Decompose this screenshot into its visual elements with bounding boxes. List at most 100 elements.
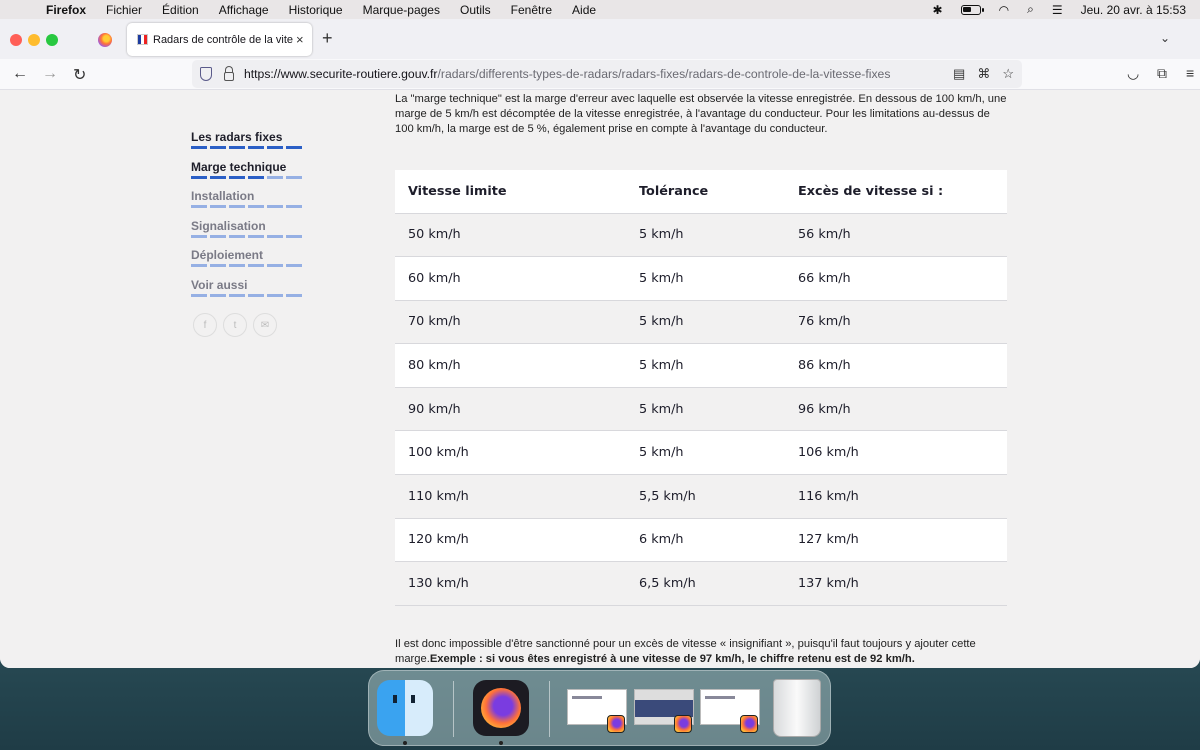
firefox-icon[interactable] [473, 680, 529, 736]
menu-affichage[interactable]: Affichage [219, 3, 269, 17]
table-cell: 60 km/h [408, 270, 461, 286]
sidebar-item-label: Signalisation [191, 218, 266, 233]
list-all-tabs-chevron-icon[interactable]: ⌄ [1160, 31, 1170, 45]
table-cell: 50 km/h [408, 227, 461, 243]
table-cell: 5 km/h [639, 358, 684, 374]
table-cell: 5 km/h [639, 227, 684, 243]
translate-icon[interactable]: ⌘ [977, 66, 990, 82]
menu-historique[interactable]: Historique [289, 3, 343, 17]
table-cell: 66 km/h [798, 270, 851, 286]
firefox-badge-icon [740, 715, 758, 733]
table-cell: 5 km/h [639, 401, 684, 417]
firefox-badge-icon [607, 715, 625, 733]
spotlight-search-icon[interactable]: ⌕ [1027, 2, 1034, 17]
sidebar-item-installation[interactable]: Installation [191, 189, 307, 219]
menubar-clock[interactable]: Jeu. 20 avr. à 15:53 [1081, 3, 1186, 17]
header-vitesse-limite: Vitesse limite [408, 183, 507, 199]
menu-firefox[interactable]: Firefox [46, 3, 86, 17]
bluetooth-icon[interactable]: ✱ [933, 3, 943, 17]
menu-fichier[interactable]: Fichier [106, 3, 142, 17]
pocket-icon[interactable]: ◡ [1127, 65, 1139, 82]
menu-outils[interactable]: Outils [460, 3, 491, 17]
menu-fenetre[interactable]: Fenêtre [511, 3, 552, 17]
table-cell: 76 km/h [798, 314, 851, 330]
sidebar-item-radars-fixes[interactable]: Les radars fixes [191, 130, 307, 160]
site-favicon-icon [137, 34, 148, 45]
dock-separator [549, 681, 550, 737]
table-cell: 5,5 km/h [639, 488, 696, 504]
url-text[interactable]: https://www.securite-routiere.gouv.fr/ra… [244, 67, 890, 81]
firefox-badge-icon [674, 715, 692, 733]
tab-close-icon[interactable]: × [296, 32, 304, 47]
sidebar-item-label: Installation [191, 189, 255, 203]
bookmark-star-icon[interactable]: ☆ [1002, 66, 1014, 82]
table-row: 60 km/h 5 km/h 66 km/h [395, 256, 1007, 301]
back-arrow-icon[interactable]: ← [12, 65, 28, 83]
close-window-button[interactable] [10, 34, 22, 46]
dock-separator [453, 681, 454, 737]
tracking-protection-shield-icon[interactable] [200, 67, 212, 81]
table-cell: 6 km/h [639, 532, 684, 548]
fullscreen-window-button[interactable] [46, 34, 58, 46]
table-row: 110 km/h 5,5 km/h 116 km/h [395, 474, 1007, 519]
menu-aide[interactable]: Aide [572, 3, 596, 17]
table-row: 100 km/h 5 km/h 106 km/h [395, 430, 1007, 475]
table-row: 90 km/h 5 km/h 96 km/h [395, 387, 1007, 431]
new-tab-button[interactable]: + [322, 28, 333, 49]
table-cell: 5 km/h [639, 270, 684, 286]
control-center-icon[interactable]: ☰ [1052, 3, 1063, 17]
sidebar-item-label: Les radars fixes [191, 130, 283, 144]
extensions-icon[interactable]: ⧉ [1157, 65, 1167, 82]
sidebar-item-voir-aussi[interactable]: Voir aussi [191, 278, 307, 308]
header-exces: Excès de vitesse si : [798, 183, 944, 199]
sidebar-item-marge-technique[interactable]: Marge technique [191, 160, 307, 190]
table-row: 70 km/h 5 km/h 76 km/h [395, 300, 1007, 344]
finder-icon[interactable] [377, 680, 433, 736]
table-cell: 106 km/h [798, 445, 859, 461]
sidebar-item-signalisation[interactable]: Signalisation [191, 219, 307, 249]
facebook-icon[interactable]: f [193, 313, 217, 337]
tab-strip: Radars de contrôle de la vitesse × + ⌄ [0, 19, 1200, 59]
sidebar-item-label: Marge technique [191, 159, 287, 174]
navigation-bar: ← → ↻ https://www.securite-routiere.gouv… [0, 59, 1200, 90]
table-row: 120 km/h 6 km/h 127 km/h [395, 518, 1007, 562]
firefox-view-icon[interactable] [98, 33, 112, 47]
forward-arrow-icon[interactable]: → [42, 65, 58, 83]
reload-icon[interactable]: ↻ [73, 65, 86, 85]
table-cell: 5 km/h [639, 314, 684, 330]
progress-dashes [191, 146, 307, 149]
menu-marque-pages[interactable]: Marque-pages [363, 3, 440, 17]
sidebar-item-deploiement[interactable]: Déploiement [191, 248, 307, 278]
table-cell: 90 km/h [408, 401, 461, 417]
table-cell: 116 km/h [798, 488, 859, 504]
lock-icon[interactable] [224, 65, 234, 81]
trash-icon[interactable] [773, 679, 821, 737]
battery-icon[interactable] [960, 4, 984, 15]
wifi-icon[interactable]: ◠ [999, 3, 1009, 17]
table-cell: 100 km/h [408, 445, 469, 461]
twitter-icon[interactable]: t [223, 313, 247, 337]
table-row: 130 km/h 6,5 km/h 137 km/h [395, 561, 1007, 606]
table-cell: 110 km/h [408, 488, 469, 504]
table-cell: 5 km/h [639, 445, 684, 461]
table-cell: 120 km/h [408, 532, 469, 548]
menu-edition[interactable]: Édition [162, 3, 199, 17]
hamburger-menu-icon[interactable]: ≡ [1186, 65, 1194, 81]
progress-dashes [191, 264, 307, 267]
running-indicator [499, 741, 503, 745]
table-cell: 96 km/h [798, 401, 851, 417]
sidebar-item-label: Déploiement [191, 248, 264, 262]
url-bar[interactable]: https://www.securite-routiere.gouv.fr/ra… [192, 60, 1022, 88]
menu-bar: Firefox Fichier Édition Affichage Histor… [0, 0, 1200, 19]
active-tab[interactable]: Radars de contrôle de la vitesse × [127, 23, 312, 56]
sidebar-item-label: Voir aussi [191, 277, 248, 292]
minimize-window-button[interactable] [28, 34, 40, 46]
table-cell: 6,5 km/h [639, 576, 696, 592]
page-content: Les radars fixes Marge technique Install… [0, 90, 1200, 668]
mail-icon[interactable]: ✉ [253, 313, 277, 337]
reader-view-icon[interactable]: ▤ [953, 66, 965, 82]
progress-dashes [191, 234, 307, 238]
table-cell: 70 km/h [408, 314, 461, 330]
tab-title: Radars de contrôle de la vitesse [153, 33, 293, 46]
table-header-row: Vitesse limite Tolérance Excès de vitess… [395, 170, 1007, 213]
